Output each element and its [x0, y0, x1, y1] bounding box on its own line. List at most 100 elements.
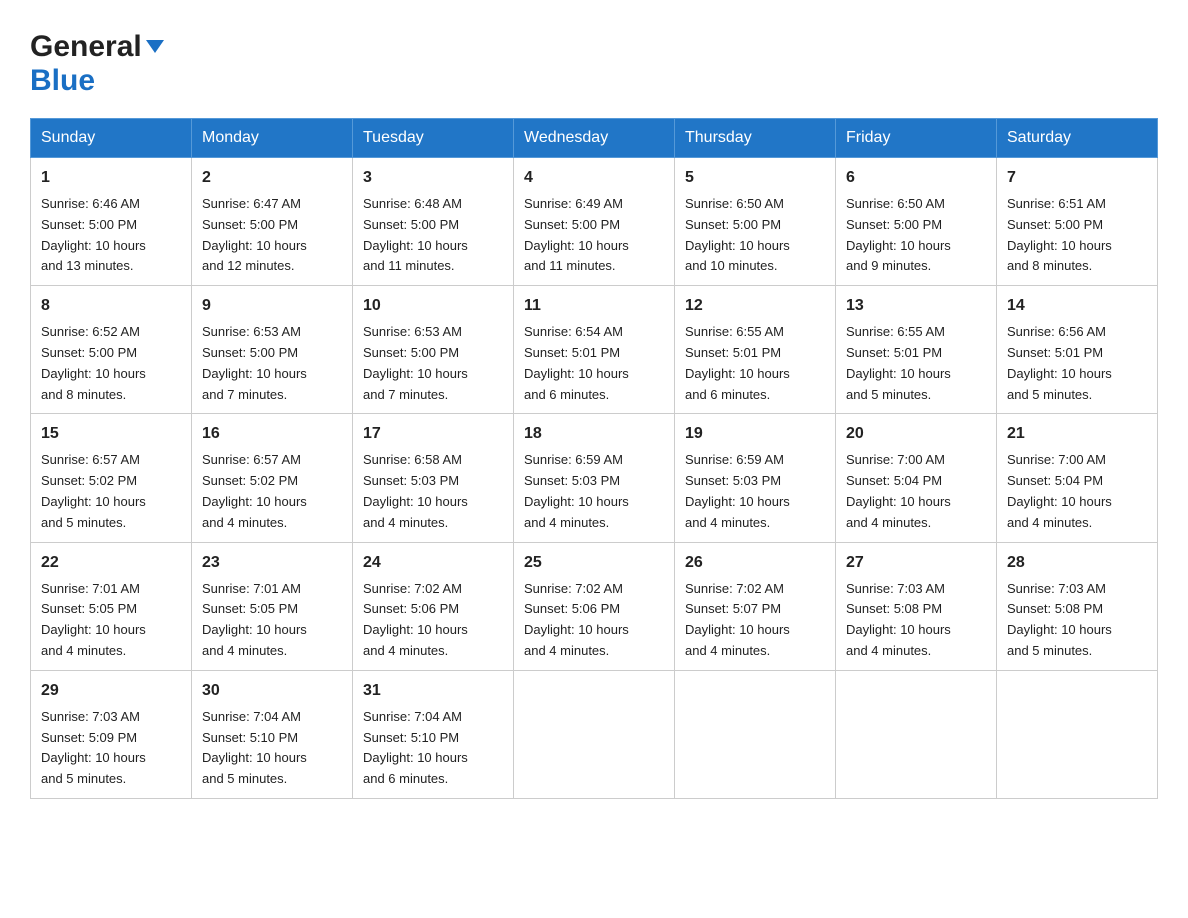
day-number: 11 — [524, 294, 664, 318]
day-info: Sunrise: 6:53 AMSunset: 5:00 PMDaylight:… — [363, 324, 468, 401]
day-info: Sunrise: 6:59 AMSunset: 5:03 PMDaylight:… — [685, 452, 790, 529]
day-info: Sunrise: 7:03 AMSunset: 5:08 PMDaylight:… — [1007, 581, 1112, 658]
day-number: 30 — [202, 679, 342, 703]
day-info: Sunrise: 7:01 AMSunset: 5:05 PMDaylight:… — [202, 581, 307, 658]
weekday-header-tuesday: Tuesday — [353, 119, 514, 158]
calendar-cell: 6 Sunrise: 6:50 AMSunset: 5:00 PMDayligh… — [836, 158, 997, 286]
calendar-cell: 22 Sunrise: 7:01 AMSunset: 5:05 PMDaylig… — [31, 542, 192, 670]
day-info: Sunrise: 6:59 AMSunset: 5:03 PMDaylight:… — [524, 452, 629, 529]
day-info: Sunrise: 7:03 AMSunset: 5:08 PMDaylight:… — [846, 581, 951, 658]
day-number: 2 — [202, 166, 342, 190]
weekday-header-wednesday: Wednesday — [514, 119, 675, 158]
day-info: Sunrise: 6:50 AMSunset: 5:00 PMDaylight:… — [846, 196, 951, 273]
day-number: 20 — [846, 422, 986, 446]
calendar-week-row: 8 Sunrise: 6:52 AMSunset: 5:00 PMDayligh… — [31, 286, 1158, 414]
calendar-cell: 21 Sunrise: 7:00 AMSunset: 5:04 PMDaylig… — [997, 414, 1158, 542]
calendar-cell: 26 Sunrise: 7:02 AMSunset: 5:07 PMDaylig… — [675, 542, 836, 670]
calendar-cell: 8 Sunrise: 6:52 AMSunset: 5:00 PMDayligh… — [31, 286, 192, 414]
day-number: 21 — [1007, 422, 1147, 446]
day-info: Sunrise: 6:57 AMSunset: 5:02 PMDaylight:… — [202, 452, 307, 529]
day-info: Sunrise: 7:02 AMSunset: 5:06 PMDaylight:… — [524, 581, 629, 658]
day-number: 27 — [846, 551, 986, 575]
day-number: 18 — [524, 422, 664, 446]
calendar-cell: 24 Sunrise: 7:02 AMSunset: 5:06 PMDaylig… — [353, 542, 514, 670]
calendar-cell: 5 Sunrise: 6:50 AMSunset: 5:00 PMDayligh… — [675, 158, 836, 286]
day-info: Sunrise: 6:51 AMSunset: 5:00 PMDaylight:… — [1007, 196, 1112, 273]
calendar-cell: 28 Sunrise: 7:03 AMSunset: 5:08 PMDaylig… — [997, 542, 1158, 670]
calendar-cell: 12 Sunrise: 6:55 AMSunset: 5:01 PMDaylig… — [675, 286, 836, 414]
day-number: 15 — [41, 422, 181, 446]
calendar-cell: 14 Sunrise: 6:56 AMSunset: 5:01 PMDaylig… — [997, 286, 1158, 414]
day-number: 22 — [41, 551, 181, 575]
day-info: Sunrise: 6:55 AMSunset: 5:01 PMDaylight:… — [685, 324, 790, 401]
day-info: Sunrise: 6:46 AMSunset: 5:00 PMDaylight:… — [41, 196, 146, 273]
weekday-header-thursday: Thursday — [675, 119, 836, 158]
calendar-cell: 13 Sunrise: 6:55 AMSunset: 5:01 PMDaylig… — [836, 286, 997, 414]
calendar-cell — [675, 670, 836, 798]
calendar-cell: 25 Sunrise: 7:02 AMSunset: 5:06 PMDaylig… — [514, 542, 675, 670]
calendar-cell: 10 Sunrise: 6:53 AMSunset: 5:00 PMDaylig… — [353, 286, 514, 414]
day-number: 29 — [41, 679, 181, 703]
calendar-cell: 16 Sunrise: 6:57 AMSunset: 5:02 PMDaylig… — [192, 414, 353, 542]
day-number: 28 — [1007, 551, 1147, 575]
weekday-header-sunday: Sunday — [31, 119, 192, 158]
calendar-cell: 1 Sunrise: 6:46 AMSunset: 5:00 PMDayligh… — [31, 158, 192, 286]
calendar-cell: 3 Sunrise: 6:48 AMSunset: 5:00 PMDayligh… — [353, 158, 514, 286]
calendar-cell: 20 Sunrise: 7:00 AMSunset: 5:04 PMDaylig… — [836, 414, 997, 542]
day-info: Sunrise: 6:49 AMSunset: 5:00 PMDaylight:… — [524, 196, 629, 273]
page-header: General Blue — [30, 30, 1158, 98]
day-number: 23 — [202, 551, 342, 575]
calendar-cell: 4 Sunrise: 6:49 AMSunset: 5:00 PMDayligh… — [514, 158, 675, 286]
day-number: 16 — [202, 422, 342, 446]
day-info: Sunrise: 6:58 AMSunset: 5:03 PMDaylight:… — [363, 452, 468, 529]
calendar-cell: 11 Sunrise: 6:54 AMSunset: 5:01 PMDaylig… — [514, 286, 675, 414]
day-number: 24 — [363, 551, 503, 575]
day-info: Sunrise: 7:00 AMSunset: 5:04 PMDaylight:… — [1007, 452, 1112, 529]
day-info: Sunrise: 6:55 AMSunset: 5:01 PMDaylight:… — [846, 324, 951, 401]
day-number: 26 — [685, 551, 825, 575]
calendar-week-row: 29 Sunrise: 7:03 AMSunset: 5:09 PMDaylig… — [31, 670, 1158, 798]
day-info: Sunrise: 7:02 AMSunset: 5:07 PMDaylight:… — [685, 581, 790, 658]
calendar-cell: 17 Sunrise: 6:58 AMSunset: 5:03 PMDaylig… — [353, 414, 514, 542]
day-info: Sunrise: 7:02 AMSunset: 5:06 PMDaylight:… — [363, 581, 468, 658]
calendar-cell — [836, 670, 997, 798]
logo-blue: Blue — [30, 64, 95, 98]
calendar-table: SundayMondayTuesdayWednesdayThursdayFrid… — [30, 118, 1158, 799]
day-info: Sunrise: 6:53 AMSunset: 5:00 PMDaylight:… — [202, 324, 307, 401]
calendar-cell: 29 Sunrise: 7:03 AMSunset: 5:09 PMDaylig… — [31, 670, 192, 798]
day-number: 17 — [363, 422, 503, 446]
day-info: Sunrise: 6:54 AMSunset: 5:01 PMDaylight:… — [524, 324, 629, 401]
day-number: 9 — [202, 294, 342, 318]
day-info: Sunrise: 7:00 AMSunset: 5:04 PMDaylight:… — [846, 452, 951, 529]
calendar-cell: 19 Sunrise: 6:59 AMSunset: 5:03 PMDaylig… — [675, 414, 836, 542]
day-number: 6 — [846, 166, 986, 190]
calendar-week-row: 15 Sunrise: 6:57 AMSunset: 5:02 PMDaylig… — [31, 414, 1158, 542]
day-info: Sunrise: 6:50 AMSunset: 5:00 PMDaylight:… — [685, 196, 790, 273]
day-number: 10 — [363, 294, 503, 318]
day-info: Sunrise: 6:57 AMSunset: 5:02 PMDaylight:… — [41, 452, 146, 529]
calendar-cell: 23 Sunrise: 7:01 AMSunset: 5:05 PMDaylig… — [192, 542, 353, 670]
calendar-week-row: 22 Sunrise: 7:01 AMSunset: 5:05 PMDaylig… — [31, 542, 1158, 670]
day-info: Sunrise: 7:01 AMSunset: 5:05 PMDaylight:… — [41, 581, 146, 658]
day-info: Sunrise: 7:04 AMSunset: 5:10 PMDaylight:… — [202, 709, 307, 786]
day-number: 25 — [524, 551, 664, 575]
weekday-header-monday: Monday — [192, 119, 353, 158]
day-number: 8 — [41, 294, 181, 318]
calendar-cell — [997, 670, 1158, 798]
logo-arrow-icon — [146, 40, 164, 53]
day-info: Sunrise: 6:48 AMSunset: 5:00 PMDaylight:… — [363, 196, 468, 273]
calendar-cell: 9 Sunrise: 6:53 AMSunset: 5:00 PMDayligh… — [192, 286, 353, 414]
day-number: 31 — [363, 679, 503, 703]
day-number: 4 — [524, 166, 664, 190]
day-info: Sunrise: 6:56 AMSunset: 5:01 PMDaylight:… — [1007, 324, 1112, 401]
day-info: Sunrise: 7:04 AMSunset: 5:10 PMDaylight:… — [363, 709, 468, 786]
day-number: 14 — [1007, 294, 1147, 318]
day-number: 13 — [846, 294, 986, 318]
calendar-cell: 15 Sunrise: 6:57 AMSunset: 5:02 PMDaylig… — [31, 414, 192, 542]
logo: General Blue — [30, 30, 164, 98]
logo-general: General — [30, 30, 142, 64]
day-number: 3 — [363, 166, 503, 190]
weekday-header-friday: Friday — [836, 119, 997, 158]
day-number: 19 — [685, 422, 825, 446]
day-info: Sunrise: 6:52 AMSunset: 5:00 PMDaylight:… — [41, 324, 146, 401]
